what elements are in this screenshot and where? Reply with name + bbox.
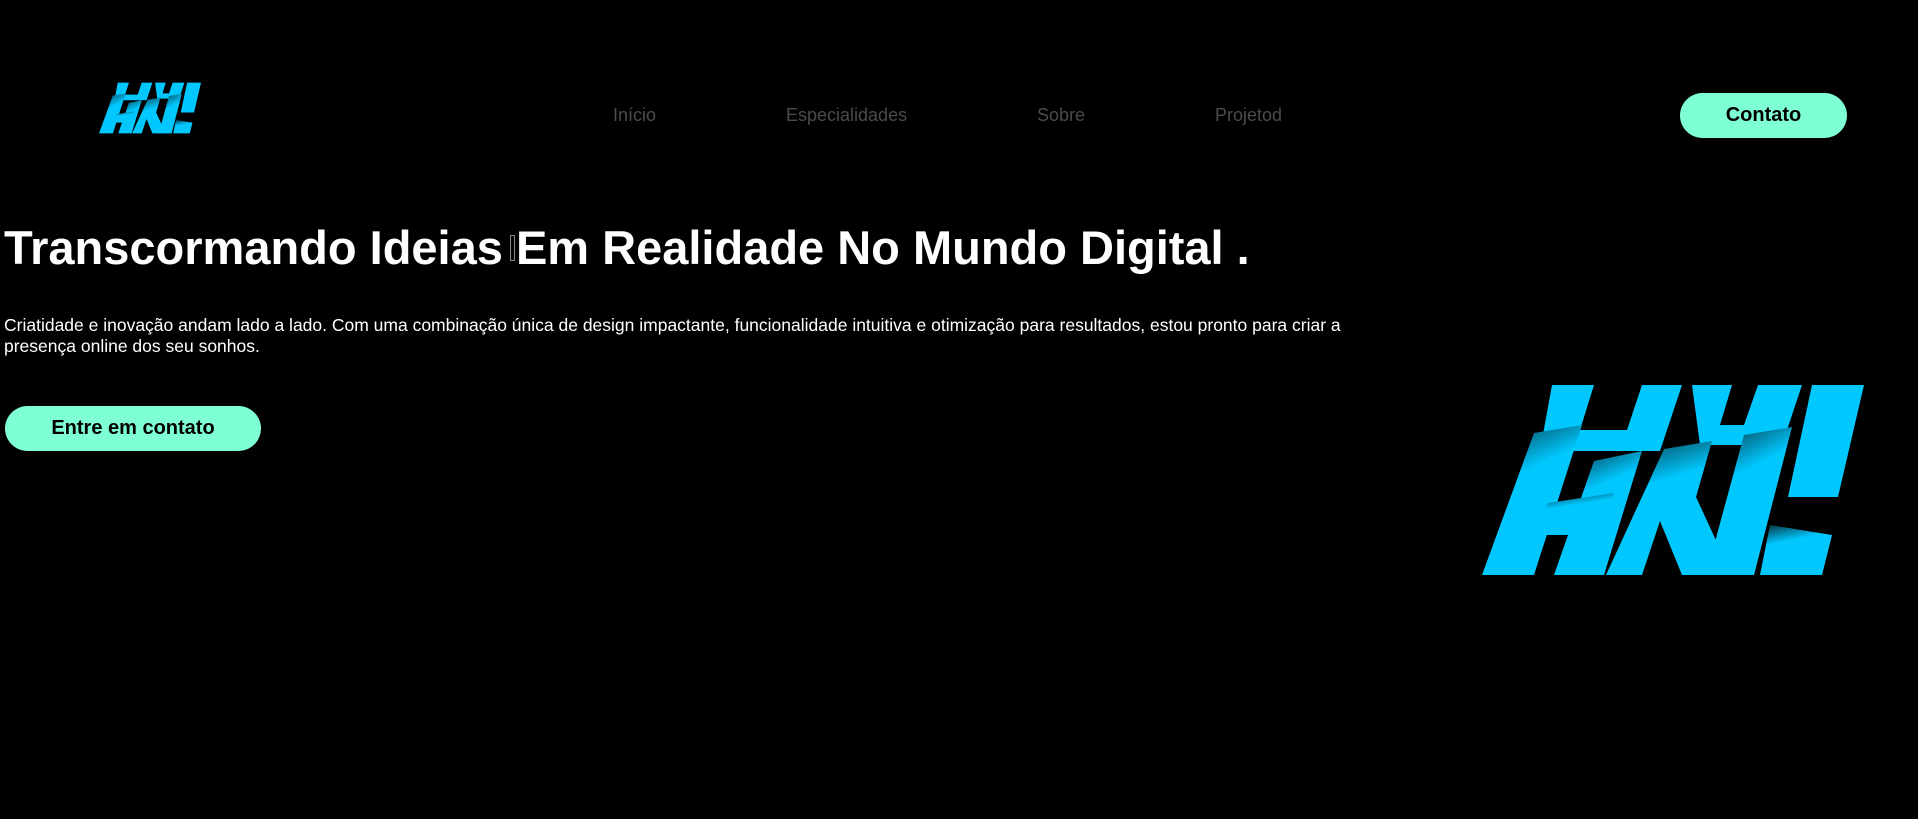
nav-link-inicio[interactable]: Início <box>613 103 656 127</box>
hero-title-part1: Transcormando Ideias <box>4 221 516 274</box>
hero-title-part2: Em Realidade No Mundo Digital . <box>515 221 1250 274</box>
contact-button[interactable]: Contato <box>1680 93 1847 138</box>
main-nav: Início Especialidades Sobre Projetod <box>0 103 1918 127</box>
nav-link-projetos[interactable]: Projetod <box>1215 103 1282 127</box>
site-header: Início Especialidades Sobre Projetod Con… <box>0 0 1918 170</box>
page: Início Especialidades Sobre Projetod Con… <box>0 0 1918 819</box>
get-in-touch-button[interactable]: Entre em contato <box>5 406 261 451</box>
nav-link-especialidades[interactable]: Especialidades <box>786 103 907 127</box>
text-cursor-icon <box>509 234 515 261</box>
nav-link-sobre[interactable]: Sobre <box>1037 103 1085 127</box>
hero-title: Transcormando Ideias Em Realidade No Mun… <box>4 218 1250 278</box>
hero-description: Criatidade e inovação andam lado a lado.… <box>4 315 1341 356</box>
hnl-logo-illustration-icon <box>1482 385 1864 575</box>
